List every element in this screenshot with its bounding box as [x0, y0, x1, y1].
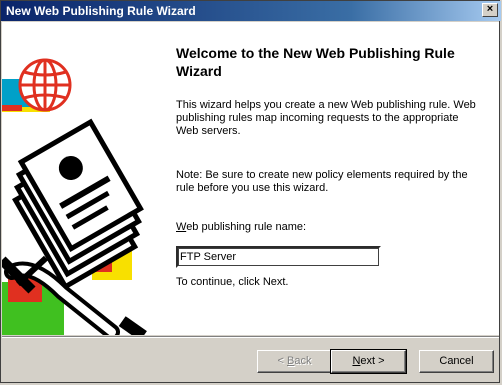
cancel-button[interactable]: Cancel: [419, 350, 494, 373]
wizard-intro-text: This wizard helps you create a new Web p…: [176, 99, 476, 137]
documents-icon: [2, 118, 147, 335]
wizard-content: Welcome to the New Web Publishing Rule W…: [2, 22, 499, 335]
back-button[interactable]: < Back: [257, 350, 332, 373]
wizard-illustration: [2, 58, 147, 335]
wizard-window: New Web Publishing Rule Wizard × Welcome…: [0, 0, 501, 383]
next-button[interactable]: Next >: [330, 349, 407, 374]
globe-icon: [2, 58, 72, 112]
button-separator: [2, 336, 499, 338]
close-button[interactable]: ×: [482, 3, 498, 17]
rule-name-input[interactable]: [176, 246, 381, 268]
close-icon: ×: [486, 3, 494, 15]
wizard-heading: Welcome to the New Web Publishing Rule W…: [176, 45, 455, 79]
title-bar[interactable]: New Web Publishing Rule Wizard ×: [1, 1, 501, 21]
continue-instruction: To continue, click Next.: [176, 276, 289, 288]
window-title: New Web Publishing Rule Wizard: [6, 4, 196, 18]
rule-name-label: Web publishing rule name:: [176, 221, 307, 233]
wizard-note-text: Note: Be sure to create new policy eleme…: [176, 169, 468, 194]
